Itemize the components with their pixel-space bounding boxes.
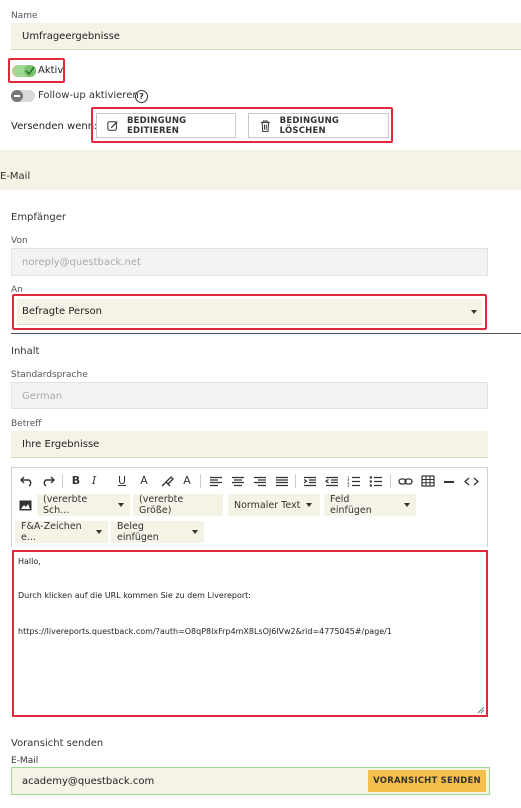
font-size-value: (vererbte Größe) [139, 494, 184, 516]
body-line-text: Durch klicken auf die URL kommen Sie zu … [18, 591, 251, 600]
bold-icon[interactable]: B [69, 474, 83, 488]
align-justify-icon[interactable] [275, 476, 289, 487]
bullet-list-icon[interactable] [369, 476, 383, 487]
align-left-icon[interactable] [209, 476, 223, 487]
qa-chars-value: F&A-Zeichen e... [21, 521, 82, 543]
paragraph-select[interactable]: Normaler Text [228, 494, 320, 516]
divider [11, 333, 521, 334]
from-label: Von [11, 236, 28, 246]
body-line-greeting: Hallo, [18, 557, 41, 566]
link-icon[interactable] [398, 476, 413, 487]
language-label: Standardsprache [11, 370, 88, 380]
email-body-editor[interactable]: Hallo, Durch klicken auf die URL kommen … [12, 550, 488, 717]
underline-icon[interactable]: U [115, 474, 129, 488]
font-family-select[interactable]: (vererbte Sch... [37, 494, 130, 516]
chevron-down-icon [192, 530, 198, 534]
align-center-icon[interactable] [231, 476, 245, 487]
chevron-down-icon [96, 530, 102, 534]
image-icon[interactable] [19, 500, 32, 511]
check-icon [25, 66, 35, 76]
from-field: noreply@questback.net [11, 248, 488, 276]
insert-field-select[interactable]: Feld einfügen [324, 494, 416, 516]
ordered-list-icon[interactable]: 123 [347, 476, 361, 487]
svg-text:3: 3 [347, 483, 350, 487]
edit-condition-button[interactable]: BEDINGUNG EDITIEREN [96, 113, 236, 138]
outdent-icon[interactable] [325, 476, 339, 487]
highlight-icon[interactable] [160, 475, 174, 488]
undo-icon[interactable] [20, 475, 34, 487]
send-when-label: Versenden wenn: [11, 121, 98, 132]
help-icon[interactable]: ? [135, 90, 148, 103]
insert-receipt-value: Beleg einfügen [117, 521, 159, 543]
insert-field-value: Feld einfügen [330, 494, 372, 516]
language-value: German [22, 391, 63, 402]
email-section-title: E-Mail [0, 171, 31, 182]
delete-condition-label: BEDINGUNG LÖSCHEN [279, 115, 340, 136]
chevron-down-icon [118, 503, 124, 507]
content-heading: Inhalt [11, 346, 40, 357]
paragraph-value: Normaler Text [234, 499, 301, 511]
subject-input[interactable]: Ihre Ergebnisse [11, 431, 488, 458]
send-preview-button[interactable]: VORANSICHT SENDEN [368, 770, 486, 792]
toolbar-separator [62, 474, 63, 488]
followup-label: Follow-up aktivieren [38, 90, 139, 101]
active-label: Aktiv [38, 65, 64, 76]
insert-receipt-select[interactable]: Beleg einfügen [111, 521, 204, 543]
preview-email-label: E-Mail [11, 756, 39, 766]
toolbar-separator [295, 474, 296, 488]
font-size-select[interactable]: (vererbte Größe) [133, 494, 223, 516]
preview-heading: Voransicht senden [11, 738, 104, 749]
source-code-icon[interactable] [464, 476, 479, 487]
preview-email-value: academy@questback.com [22, 776, 155, 787]
indent-icon[interactable] [303, 476, 317, 487]
edit-condition-label: BEDINGUNG EDITIEREN [126, 115, 187, 136]
name-input[interactable]: Umfrageergebnisse [11, 23, 521, 50]
edit-icon [107, 120, 118, 131]
followup-toggle[interactable] [11, 90, 35, 102]
chevron-down-icon [306, 503, 313, 507]
trash-icon [260, 120, 270, 132]
name-value: Umfrageergebnisse [22, 31, 120, 42]
qa-chars-select[interactable]: F&A-Zeichen e... [15, 521, 108, 543]
language-field: German [11, 382, 488, 409]
italic-icon[interactable]: I [87, 474, 101, 488]
toolbar-separator [390, 474, 391, 488]
preview-email-input[interactable]: academy@questback.com VORANSICHT SENDEN [11, 767, 490, 795]
subject-value: Ihre Ergebnisse [22, 439, 100, 450]
from-value: noreply@questback.net [22, 257, 141, 268]
to-select[interactable]: Befragte Person [17, 299, 482, 325]
table-icon[interactable] [421, 475, 435, 487]
chevron-down-icon [404, 503, 410, 507]
email-section-header: E-Mail [0, 150, 521, 190]
align-right-icon[interactable] [253, 476, 267, 487]
active-toggle[interactable] [12, 65, 36, 77]
toolbar-separator [200, 474, 201, 488]
chevron-down-icon [471, 310, 477, 314]
recipient-heading: Empfänger [11, 212, 67, 223]
delete-condition-button[interactable]: BEDINGUNG LÖSCHEN [248, 113, 389, 138]
clear-format-icon[interactable]: A [180, 474, 194, 488]
subject-label: Betreff [11, 419, 42, 429]
body-line-url: https://livereports.questback.com/?auth=… [18, 627, 392, 636]
font-family-value: (vererbte Sch... [43, 494, 88, 516]
to-value: Befragte Person [22, 306, 102, 317]
resize-handle-icon[interactable] [477, 706, 485, 714]
horizontal-rule-icon[interactable] [444, 481, 454, 483]
redo-icon[interactable] [41, 475, 55, 487]
name-label: Name [11, 11, 38, 21]
text-color-icon[interactable]: A [137, 474, 151, 488]
